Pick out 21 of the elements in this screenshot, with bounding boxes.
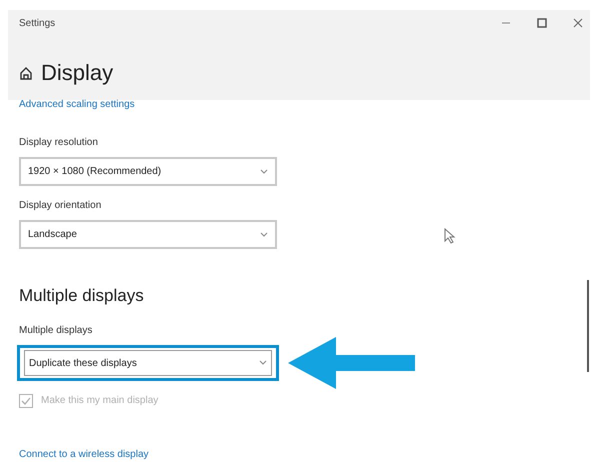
close-icon[interactable] xyxy=(573,18,583,28)
dropdown[interactable]: 1920 × 1080 (Recommended) xyxy=(19,157,277,186)
advanced-scaling-link[interactable]: Advanced scaling settings xyxy=(19,99,135,110)
arrow-icon xyxy=(288,335,416,391)
field-label: Display resolution xyxy=(19,136,99,150)
scrollbar[interactable] xyxy=(587,280,589,372)
chevron-icon xyxy=(260,232,268,238)
section-heading: Multiple displays xyxy=(19,286,144,305)
field-label: Multiple displays xyxy=(18,324,94,338)
checkbox-label: Make this my main display xyxy=(41,394,158,408)
maximize-icon[interactable] xyxy=(537,18,547,28)
window-title: Settings xyxy=(19,16,56,30)
chevron-icon xyxy=(260,168,268,174)
home-icon[interactable] xyxy=(19,66,33,80)
wireless-display-link[interactable]: Connect to a wireless display xyxy=(19,449,149,460)
cursor-icon xyxy=(444,228,456,244)
chevron-icon xyxy=(259,360,267,366)
dropdown[interactable]: Duplicate these displays xyxy=(17,345,279,381)
field-label: Display orientation xyxy=(19,199,102,213)
page-title: Display xyxy=(41,59,114,87)
dropdown[interactable]: Landscape xyxy=(19,220,277,249)
